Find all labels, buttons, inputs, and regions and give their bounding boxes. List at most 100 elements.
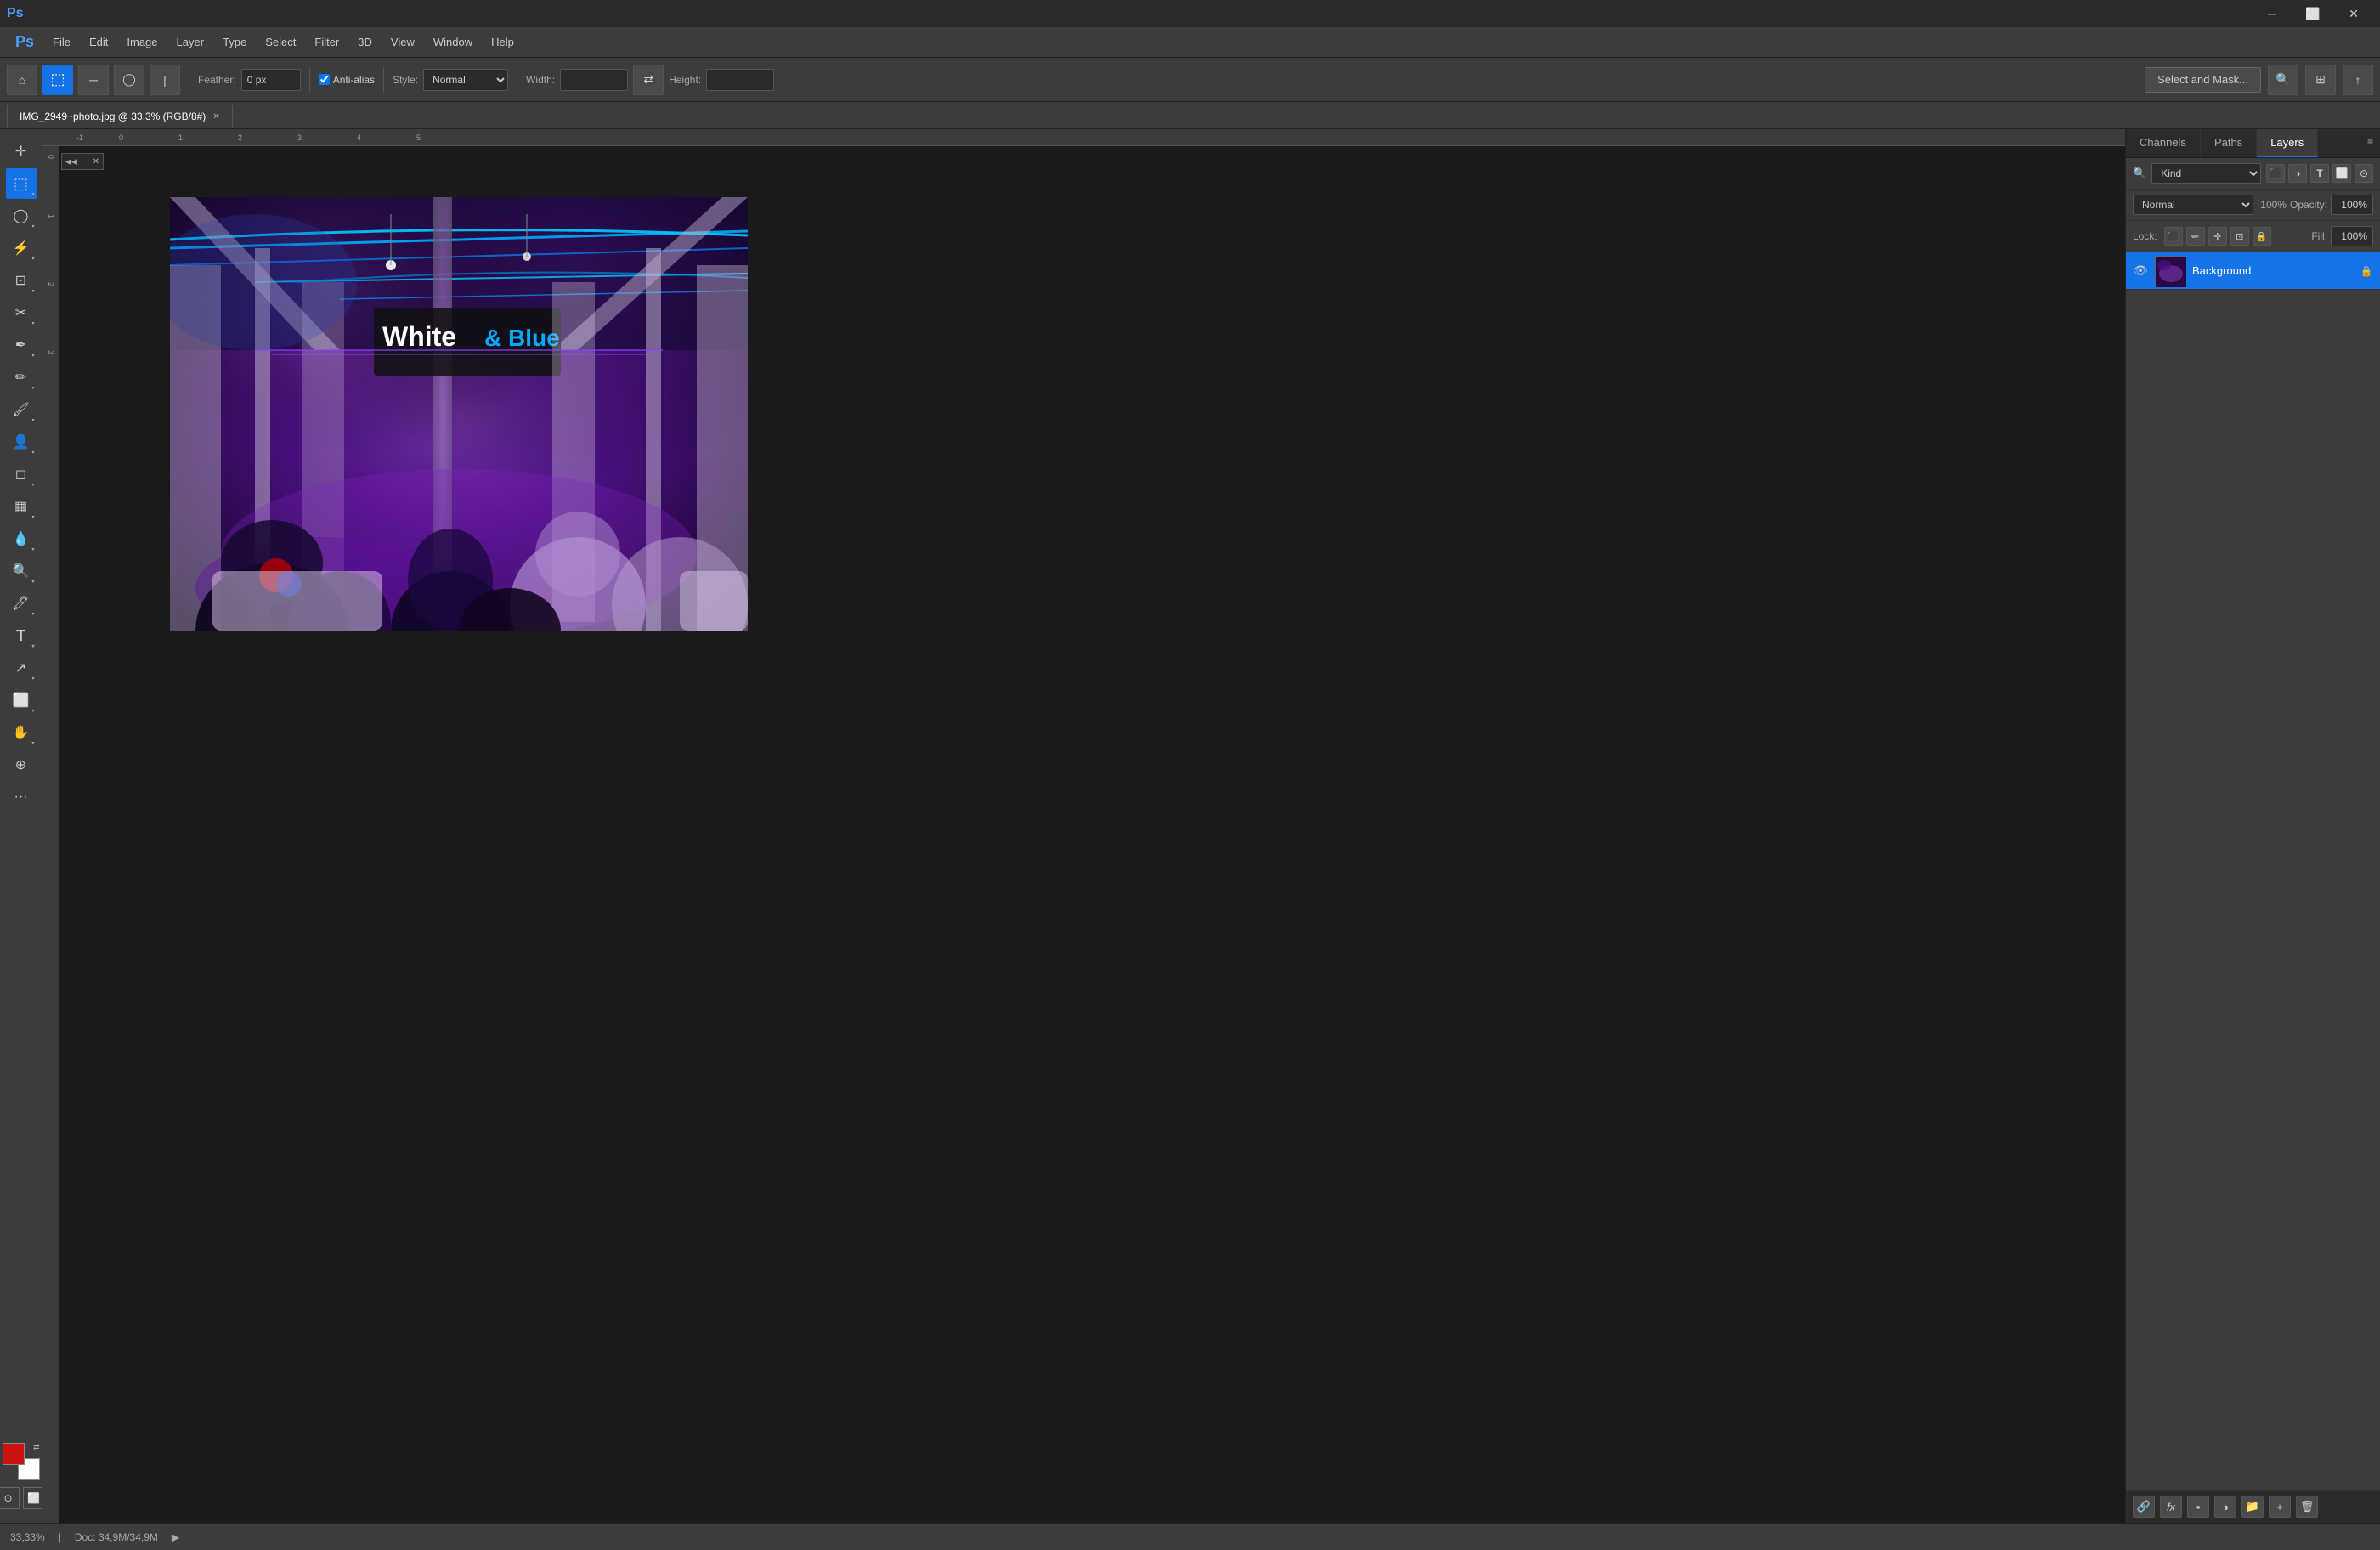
lasso-tool-btn[interactable]: ◯ ▾ [6,201,37,231]
new-adjustment-btn[interactable]: ◑ [2214,1496,2236,1518]
shape-filter-icon[interactable]: ⬜ [2332,164,2351,183]
width-input[interactable] [560,69,628,91]
gradient-tool-btn[interactable]: ▦ ▾ [6,491,37,522]
path-selection-btn[interactable]: ↗ ▾ [6,653,37,683]
rectangle-tool-btn[interactable]: ⬜ ▾ [6,685,37,716]
blur-tool-btn[interactable]: 💧 ▾ [6,523,37,554]
lock-position-btn[interactable]: ✛ [2208,227,2227,246]
lock-image-btn[interactable]: ✏ [2186,227,2205,246]
layer-visibility-toggle[interactable]: 👁 [2133,263,2148,279]
menu-type[interactable]: Type [214,32,255,52]
menu-ps[interactable]: Ps [7,30,42,54]
tab-close-btn[interactable]: ✕ [212,112,219,122]
more-tools-btn[interactable]: ··· [6,782,37,812]
path-select-icon: ↗ [15,659,26,676]
add-mask-btn[interactable]: ▪ [2187,1496,2209,1518]
select-mask-button[interactable]: Select and Mask... [2145,67,2261,93]
blend-mode-select[interactable]: Normal Multiply Screen Overlay Soft Ligh… [2133,195,2253,215]
add-style-btn[interactable]: fx [2160,1496,2182,1518]
col-marquee-btn[interactable]: | [150,65,180,95]
status-arrow[interactable]: ▶ [172,1531,179,1543]
healing-brush-btn[interactable]: ✏ ▾ [6,362,37,393]
swap-dimensions-btn[interactable]: ⇄ [633,65,664,95]
menu-file[interactable]: File [44,32,79,52]
eraser-tool-btn[interactable]: ◻ ▾ [6,459,37,489]
new-layer-btn[interactable]: + [2269,1496,2291,1518]
opacity-input[interactable] [2331,195,2373,215]
crop-tool-btn[interactable]: ⊡ ▾ [6,265,37,296]
type-tool-btn[interactable]: T ▾ [6,620,37,651]
collapse-arrow[interactable]: ◀◀ [65,157,77,167]
menu-window[interactable]: Window [425,32,481,52]
close-button[interactable]: ✕ [2334,0,2373,27]
panel-bottom-bar: 🔗 fx ▪ ◑ 📁 + 🗑 [2126,1490,2380,1523]
rectangular-marquee-btn[interactable]: ⬚ ▾ [6,168,37,199]
type-filter-icon[interactable]: T [2310,164,2329,183]
dodge-tool-btn[interactable]: 🔍 ▾ [6,556,37,586]
menu-view[interactable]: View [382,32,423,52]
rectangle-icon: ⬜ [13,692,30,709]
canvas-area: -1 0 1 2 3 4 5 0 1 2 3 [42,129,2125,1523]
move-tool-btn[interactable]: ✛ [6,136,37,167]
new-group-btn[interactable]: 📁 [2241,1496,2264,1518]
menu-image[interactable]: Image [118,32,166,52]
photo-svg: White & Blue [170,197,748,631]
menu-layer[interactable]: Layer [168,32,213,52]
tool-submenu-arrow: ▾ [31,740,34,746]
eyedropper-tool-btn[interactable]: ✒ ▾ [6,330,37,360]
zoom-tool-btn[interactable]: ⊕ [6,750,37,780]
elliptical-btn[interactable]: ◯ [114,65,144,95]
minimize-button[interactable]: ─ [2253,0,2292,27]
link-layers-btn[interactable]: 🔗 [2133,1496,2155,1518]
swap-colors-btn[interactable]: ⇄ [33,1443,40,1452]
panel-options-btn[interactable]: ≡ [2360,129,2380,157]
workspace-button[interactable]: ⊞ [2305,65,2336,95]
style-label: Style: [393,74,418,86]
menu-edit[interactable]: Edit [81,32,116,52]
anti-alias-checkbox[interactable] [319,74,330,85]
lock-artboard-btn[interactable]: ⊡ [2230,227,2249,246]
foreground-color-swatch[interactable] [3,1443,25,1465]
feather-input[interactable] [241,69,301,91]
search-button[interactable]: 🔍 [2268,65,2298,95]
home-button[interactable]: ⌂ [7,65,37,95]
title-bar-controls[interactable]: ─ ⬜ ✕ [2253,0,2373,27]
restore-button[interactable]: ⬜ [2293,0,2332,27]
adjustment-filter-icon[interactable]: ◑ [2288,164,2307,183]
layer-name: Background [2192,264,2353,277]
quick-mask-btn[interactable]: ⊙ [0,1487,20,1509]
photo-canvas[interactable]: White & Blue [170,197,748,631]
filter-kind-select[interactable]: Kind [2151,163,2261,184]
crop-icon: ⊡ [15,272,26,289]
channels-tab[interactable]: Channels [2126,129,2201,157]
single-row-btn[interactable]: ─ [78,65,109,95]
menu-select[interactable]: Select [257,32,304,52]
smartobj-filter-icon[interactable]: ⊙ [2355,164,2373,183]
screen-mode-btn[interactable]: ⬜ [23,1487,45,1509]
menu-filter[interactable]: Filter [306,32,348,52]
pixel-filter-icon[interactable]: ⬛ [2266,164,2285,183]
hand-tool-btn[interactable]: ✋ ▾ [6,717,37,748]
clone-stamp-btn[interactable]: 👤 ▾ [6,427,37,457]
paths-tab[interactable]: Paths [2201,129,2257,157]
layer-background[interactable]: 👁 Background 🔒 [2126,252,2380,290]
magic-wand-btn[interactable]: ⚡ ▾ [6,233,37,263]
layers-tab[interactable]: Layers [2257,129,2318,157]
lock-all-btn[interactable]: 🔒 [2253,227,2271,246]
document-tab[interactable]: IMG_2949~photo.jpg @ 33,3% (RGB/8#) ✕ [7,105,233,128]
rectangular-marquee-btn[interactable]: ⬚ [42,65,73,95]
fill-input[interactable] [2331,226,2373,246]
color-swatches[interactable]: ⇄ [3,1443,40,1480]
menu-help[interactable]: Help [483,32,523,52]
lock-transparent-btn[interactable]: ⬛ [2164,227,2183,246]
delete-layer-btn[interactable]: 🗑 [2296,1496,2318,1518]
menu-3d[interactable]: 3D [349,32,381,52]
pen-tool-btn[interactable]: 🖊 ▾ [6,588,37,619]
height-input[interactable] [706,69,774,91]
style-select[interactable]: Normal Fixed Ratio Fixed Size [423,69,508,91]
share-button[interactable]: ↑ [2343,65,2373,95]
float-close-btn[interactable]: ✕ [93,157,99,167]
anti-alias-label[interactable]: Anti-alias [319,74,375,86]
slice-tool-btn[interactable]: ✂ ▾ [6,297,37,328]
brush-tool-btn[interactable]: 🖌 ▾ [6,394,37,425]
